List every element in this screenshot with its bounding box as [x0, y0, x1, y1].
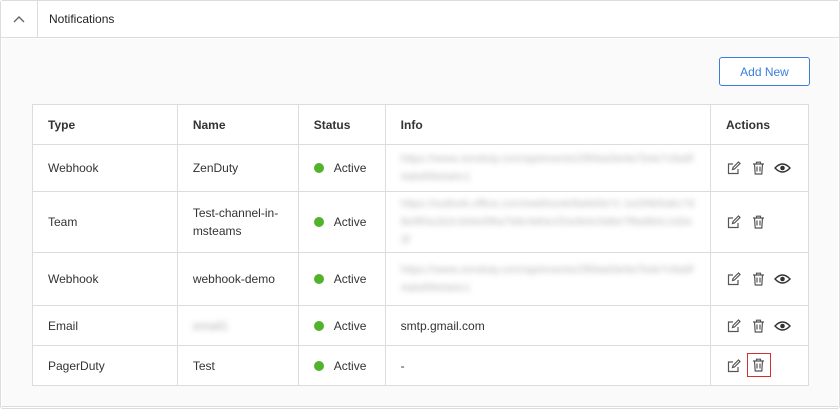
- edit-icon[interactable]: [726, 317, 743, 334]
- cell-info: -: [384, 345, 711, 386]
- table-row: PagerDuty Test Active -: [32, 345, 810, 386]
- status-dot-icon: [313, 163, 324, 173]
- notifications-table: Type Name Status Info Actions Webhook Ze…: [32, 104, 810, 386]
- cell-name: Test-channel-in-msteams: [176, 191, 299, 253]
- table-row: Team Test-channel-in-msteams Active http…: [32, 191, 810, 253]
- chevron-up-icon: [13, 16, 25, 23]
- status-dot-icon: [313, 360, 324, 371]
- cell-type: Webhook: [32, 144, 178, 192]
- status-text: Active: [333, 318, 367, 333]
- edit-icon[interactable]: [726, 357, 743, 374]
- cell-actions: [709, 144, 810, 192]
- cell-actions: [709, 345, 810, 386]
- delete-icon[interactable]: [746, 352, 771, 377]
- cell-status: Active: [297, 144, 386, 192]
- cell-info: smtp.gmail.com: [384, 305, 711, 346]
- cell-info: https://www.zenduty.com/api/events/2f89a…: [384, 144, 711, 192]
- panel-title: Notifications: [49, 12, 115, 26]
- column-header-type: Type: [32, 104, 178, 145]
- cell-status: Active: [297, 191, 386, 253]
- table-header-row: Type Name Status Info Actions: [32, 104, 810, 145]
- edit-icon[interactable]: [726, 214, 743, 231]
- collapse-button[interactable]: [1, 1, 38, 37]
- cell-status: Active: [297, 252, 386, 306]
- table-row: Email email1 Active smtp.gmail.com: [32, 305, 810, 346]
- delete-icon[interactable]: [750, 271, 767, 288]
- name-text: email1: [192, 318, 229, 333]
- info-text: https://www.zenduty.com/api/events/2f89a…: [400, 153, 694, 183]
- delete-icon[interactable]: [750, 317, 767, 334]
- view-icon[interactable]: [774, 271, 791, 288]
- delete-icon[interactable]: [750, 160, 767, 177]
- delete-icon[interactable]: [750, 214, 767, 231]
- view-icon[interactable]: [774, 317, 791, 334]
- edit-icon[interactable]: [726, 271, 743, 288]
- add-new-button[interactable]: Add New: [719, 57, 810, 86]
- panel-header: Notifications: [1, 1, 839, 38]
- info-text: https://www.zenduty.com/api/events/2f89a…: [400, 264, 694, 294]
- cell-type: Team: [32, 191, 178, 253]
- status-dot-icon: [313, 320, 324, 331]
- table-row: Webhook ZenDuty Active https://www.zendu…: [32, 144, 810, 192]
- cell-actions: [709, 191, 810, 253]
- cell-name: email1: [176, 305, 299, 346]
- cell-status: Active: [297, 305, 386, 346]
- table-row: Webhook webhook-demo Active https://www.…: [32, 252, 810, 306]
- column-header-status: Status: [297, 104, 386, 145]
- cell-type: PagerDuty: [32, 345, 178, 386]
- cell-status: Active: [297, 345, 386, 386]
- cell-actions: [709, 305, 810, 346]
- cell-name: Test: [176, 345, 299, 386]
- cell-name: ZenDuty: [176, 144, 299, 192]
- cell-name: webhook-demo: [176, 252, 299, 306]
- status-dot-icon: [313, 274, 324, 284]
- column-header-info: Info: [384, 104, 711, 145]
- cell-info: https://outlook.office.com/webhook/8a9d3…: [384, 191, 711, 253]
- column-header-actions: Actions: [709, 104, 810, 145]
- cell-actions: [709, 252, 810, 306]
- status-dot-icon: [313, 217, 324, 227]
- column-header-name: Name: [176, 104, 299, 145]
- status-text: Active: [333, 358, 367, 373]
- cell-type: Email: [32, 305, 178, 346]
- status-text: Active: [333, 272, 367, 286]
- edit-icon[interactable]: [726, 160, 743, 177]
- cell-type: Webhook: [32, 252, 178, 306]
- notifications-panel: Notifications Add New Type Name Status I…: [0, 0, 840, 409]
- info-text: https://outlook.office.com/webhook/8a9d3…: [400, 198, 695, 246]
- status-text: Active: [333, 161, 367, 175]
- view-icon[interactable]: [774, 160, 791, 177]
- status-text: Active: [333, 215, 367, 229]
- cell-info: https://www.zenduty.com/api/events/2f89a…: [384, 252, 711, 306]
